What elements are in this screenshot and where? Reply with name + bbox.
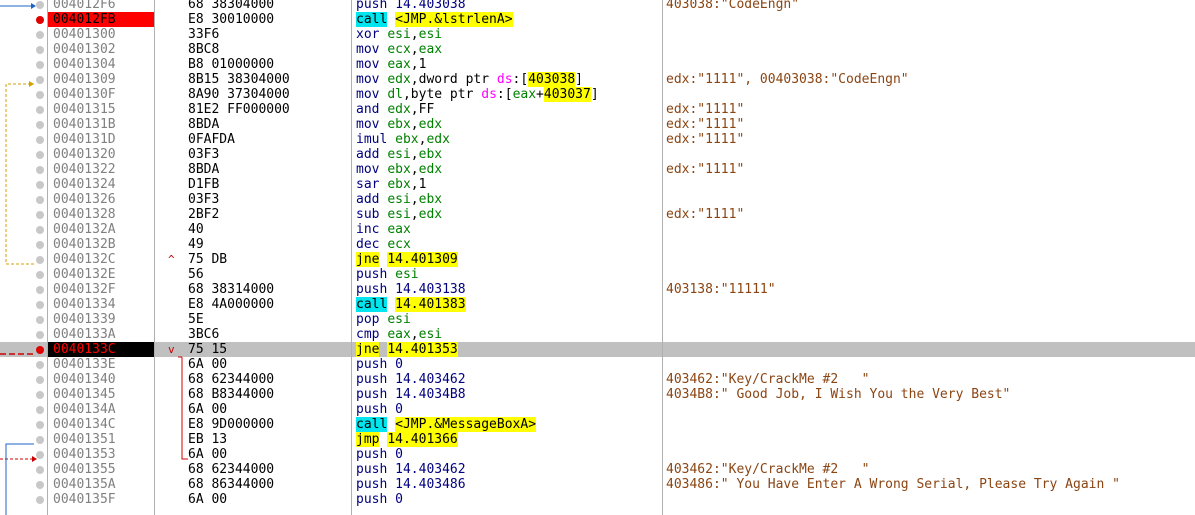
jump-arrow-out-bottom — [5, 443, 34, 515]
arrow-head — [31, 3, 36, 9]
jump-arrow-inner — [181, 357, 188, 460]
jump-arrow-loop — [5, 83, 34, 265]
arrow-head — [32, 456, 37, 462]
disassembly-view[interactable]: 004012F6 68 38304000 push 14.403038 403038:… — [0, 0, 1195, 515]
jump-arrows-layer — [0, 3, 188, 515]
arrow-head — [29, 81, 34, 87]
